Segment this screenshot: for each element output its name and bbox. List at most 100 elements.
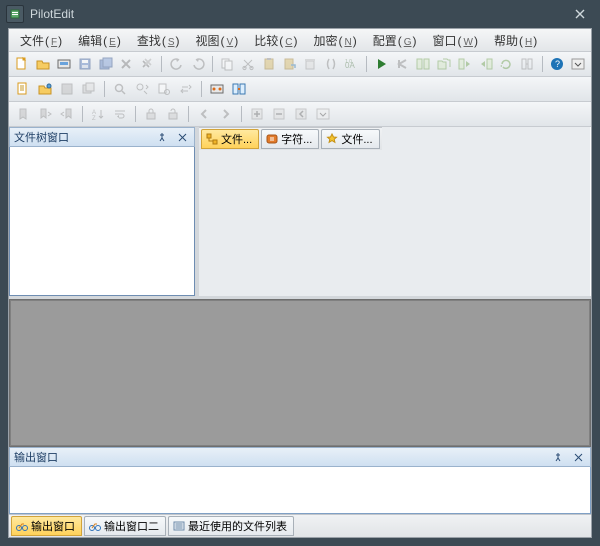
increase-button[interactable]	[247, 104, 267, 124]
tab-recent-files-label: 最近使用的文件列表	[188, 518, 287, 534]
app-title: PilotEdit	[30, 7, 74, 21]
prev-diff-button[interactable]	[393, 54, 412, 74]
tab-files[interactable]: 文件...	[321, 129, 379, 149]
app-frame: 文件(F) 编辑(E) 查找(S) 视图(V) 比较(C) 加密(N) 配置(G…	[8, 28, 592, 538]
menu-view[interactable]: 视图(V)	[189, 30, 246, 50]
file-tree-header[interactable]: 文件树窗口	[9, 127, 195, 147]
find-button[interactable]	[110, 79, 130, 99]
bicycle-icon	[89, 520, 101, 532]
close-panel-icon[interactable]	[174, 129, 190, 145]
merge-right-button[interactable]	[476, 54, 495, 74]
save-all-project-button[interactable]	[79, 79, 99, 99]
menu-bar: 文件(F) 编辑(E) 查找(S) 视图(V) 比较(C) 加密(N) 配置(G…	[9, 29, 591, 52]
output-body[interactable]	[9, 467, 591, 514]
help-dropdown[interactable]	[568, 54, 587, 74]
svg-text:1 0: 1 0	[345, 59, 352, 65]
char-icon	[266, 133, 278, 145]
prev-file-button[interactable]	[194, 104, 214, 124]
bracket-button[interactable]	[322, 54, 341, 74]
more-dropdown[interactable]	[313, 104, 333, 124]
undo-button[interactable]	[167, 54, 186, 74]
star-icon	[326, 133, 338, 145]
wrap-button[interactable]	[110, 104, 130, 124]
find-in-files-button[interactable]	[154, 79, 174, 99]
delete-button[interactable]	[301, 54, 320, 74]
script-button[interactable]	[13, 79, 33, 99]
replace-button[interactable]	[176, 79, 196, 99]
run-button[interactable]	[372, 54, 391, 74]
tab-chars-label: 字符...	[281, 131, 312, 147]
output-panel: 输出窗口 输出窗口 输出窗口二 最近使用的文件列表	[9, 447, 591, 537]
bookmark-next-button[interactable]	[35, 104, 55, 124]
switch-layout-button[interactable]	[229, 79, 249, 99]
sync-scroll-button[interactable]	[518, 54, 537, 74]
file-tree-body[interactable]	[9, 147, 195, 296]
window-close-button[interactable]	[566, 4, 594, 24]
save-button[interactable]	[75, 54, 94, 74]
output-title: 输出窗口	[14, 449, 58, 465]
tab-output[interactable]: 输出窗口	[11, 516, 82, 536]
open-project-button[interactable]	[35, 79, 55, 99]
file-tree-tabs: 文件... 字符... 文件...	[199, 127, 382, 150]
svg-text:Z: Z	[92, 116, 96, 121]
svg-text:?: ?	[555, 59, 560, 69]
save-project-button[interactable]	[57, 79, 77, 99]
tab-file-tree[interactable]: 文件...	[201, 129, 259, 149]
unlock-button[interactable]	[163, 104, 183, 124]
new-file-button[interactable]	[13, 54, 32, 74]
app-icon	[6, 5, 24, 23]
tab-files-label: 文件...	[341, 131, 372, 147]
file-tree-title: 文件树窗口	[14, 129, 69, 145]
refresh-compare-button[interactable]	[497, 54, 516, 74]
menu-config[interactable]: 配置(G)	[366, 30, 424, 50]
decrease-button[interactable]	[269, 104, 289, 124]
tab-output-label: 输出窗口	[31, 518, 75, 534]
cut-button[interactable]	[239, 54, 258, 74]
sort-button[interactable]: AZ	[88, 104, 108, 124]
menu-edit[interactable]: 编辑(E)	[71, 30, 128, 50]
menu-encrypt[interactable]: 加密(N)	[306, 30, 363, 50]
close-button[interactable]	[117, 54, 136, 74]
output-close-icon[interactable]	[570, 449, 586, 465]
menu-search[interactable]: 查找(S)	[130, 30, 187, 50]
open-file-button[interactable]	[34, 54, 53, 74]
tab-recent-files[interactable]: 最近使用的文件列表	[168, 516, 294, 536]
redo-button[interactable]	[188, 54, 207, 74]
binary-button[interactable]: 0A1 0	[343, 54, 362, 74]
toolbar-1: 0A1 0 ?	[9, 52, 591, 77]
pin-icon[interactable]	[154, 129, 170, 145]
lock-button[interactable]	[141, 104, 161, 124]
tab-output2[interactable]: 输出窗口二	[84, 516, 166, 536]
open-remote-button[interactable]	[55, 54, 74, 74]
output-pin-icon[interactable]	[550, 449, 566, 465]
copy-button[interactable]	[218, 54, 237, 74]
compare-files-button[interactable]	[414, 54, 433, 74]
prev-mark-button[interactable]	[291, 104, 311, 124]
bookmark-button[interactable]	[13, 104, 33, 124]
tab-chars[interactable]: 字符...	[261, 129, 319, 149]
find-next-button[interactable]	[132, 79, 152, 99]
tab-file-tree-label: 文件...	[221, 131, 252, 147]
compare-folders-button[interactable]	[435, 54, 454, 74]
output-tabs: 输出窗口 输出窗口二 最近使用的文件列表	[9, 514, 591, 537]
tab-output2-label: 输出窗口二	[104, 518, 159, 534]
file-tree-panel: 文件树窗口	[9, 127, 199, 296]
close-all-button[interactable]	[138, 54, 157, 74]
menu-window[interactable]: 窗口(W)	[425, 30, 484, 50]
bicycle-icon	[16, 520, 28, 532]
menu-file[interactable]: 文件(F)	[13, 30, 69, 50]
editor-area[interactable]	[9, 299, 591, 447]
bookmark-prev-button[interactable]	[57, 104, 77, 124]
paste-button[interactable]	[259, 54, 278, 74]
toolbar-3: AZ	[9, 102, 591, 127]
menu-help[interactable]: 帮助(H)	[487, 30, 544, 50]
help-button[interactable]: ?	[548, 54, 567, 74]
next-file-button[interactable]	[216, 104, 236, 124]
output-header[interactable]: 输出窗口	[9, 447, 591, 467]
menu-compare[interactable]: 比较(C)	[247, 30, 304, 50]
tree-icon	[206, 133, 218, 145]
merge-left-button[interactable]	[455, 54, 474, 74]
ftp-button[interactable]	[207, 79, 227, 99]
paste-wrap-button[interactable]	[280, 54, 299, 74]
save-all-button[interactable]	[96, 54, 115, 74]
